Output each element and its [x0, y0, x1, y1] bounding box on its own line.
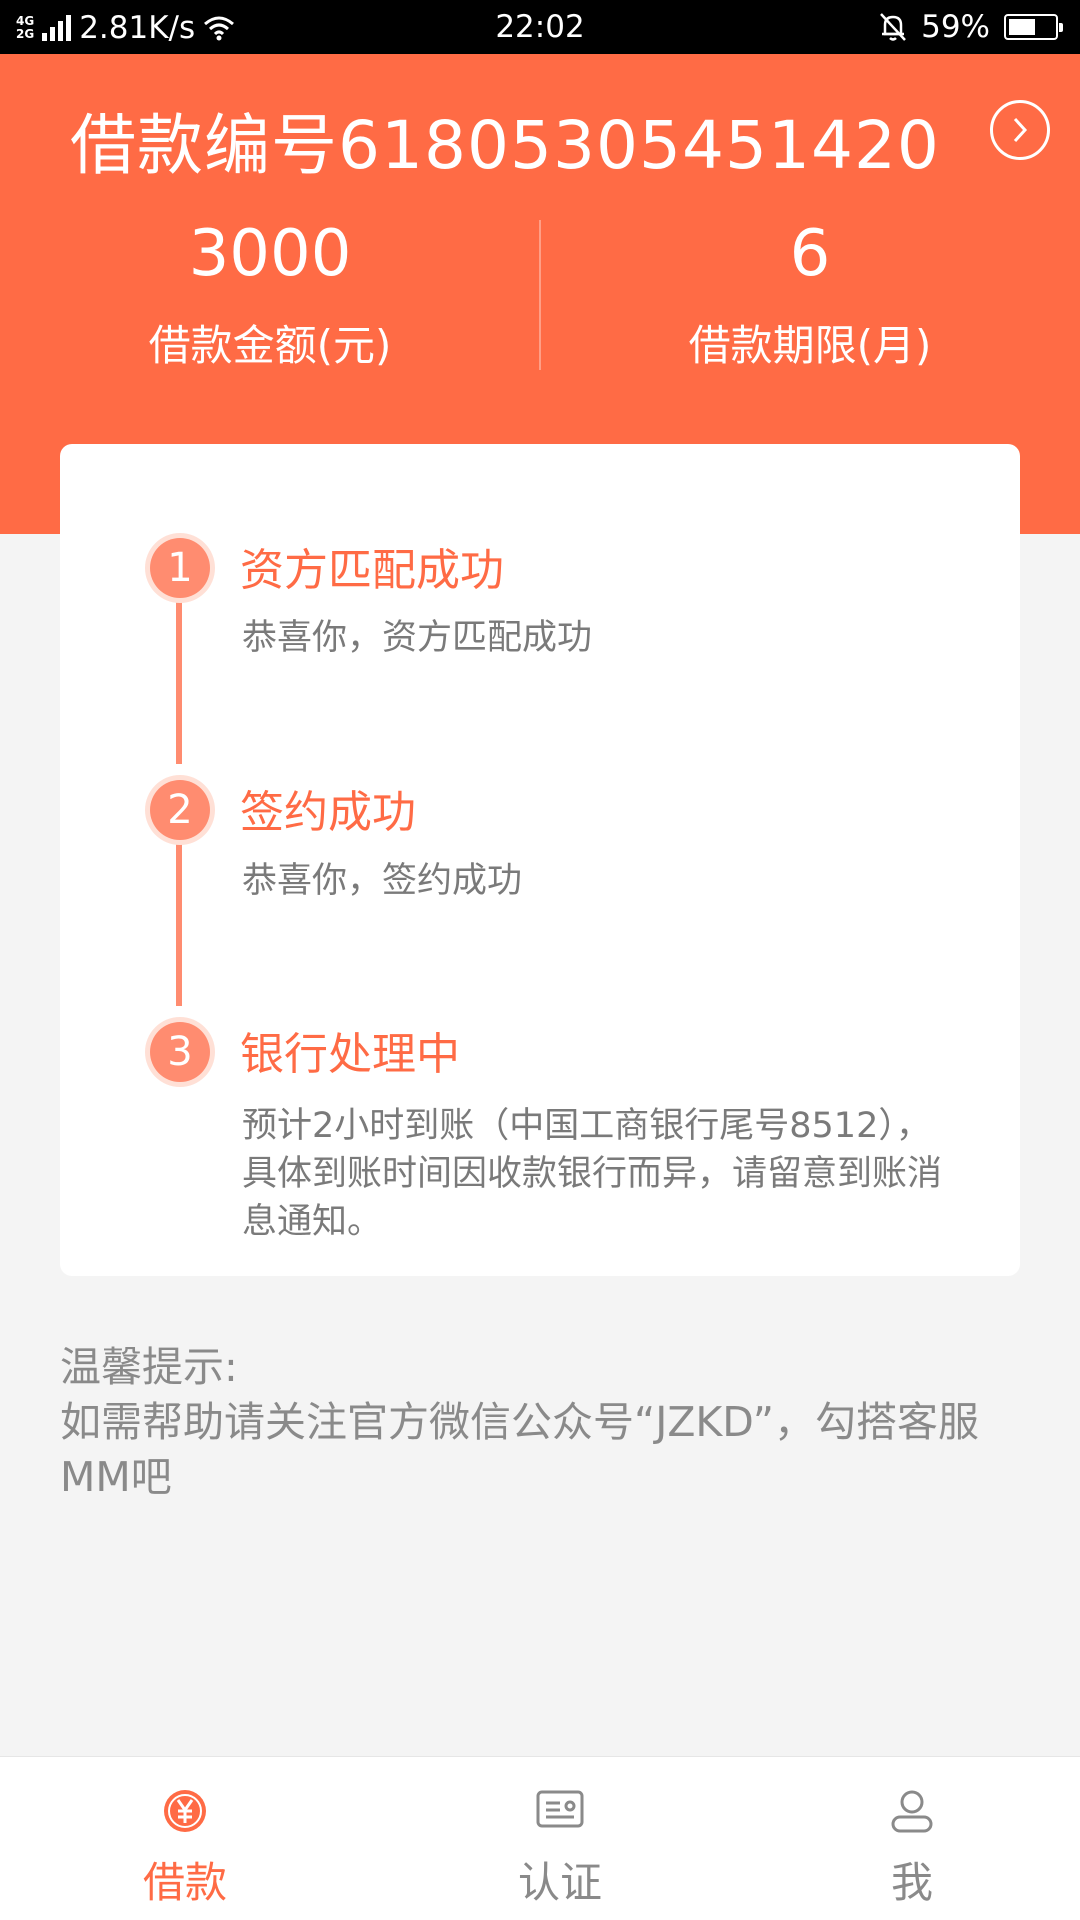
loan-amount-value: 3000 [188, 217, 352, 291]
nav-verify-label: 认证 [517, 1858, 602, 1907]
wifi-icon [204, 16, 235, 41]
nav-loan-icon-wrap [5, 1787, 365, 1835]
nav-me-icon-wrap [732, 1787, 1080, 1835]
step-title-1: 资方匹配成功 [240, 545, 504, 596]
bottom-nav: 借款 认证 我 [0, 1756, 1080, 1920]
status-bar: 4G 2G 2.81K/s 22:02 59% [0, 0, 1080, 54]
network-indicator: 4G 2G 2.81K/s [16, 10, 235, 46]
step-title-2: 签约成功 [240, 787, 416, 838]
loan-term-label: 借款期限(月) [688, 321, 932, 370]
user-icon [891, 1790, 933, 1833]
app-screen: 4G 2G 2.81K/s 22:02 59% 借款编号618053054514… [0, 0, 1080, 1920]
loan-amount-label: 借款金额(元) [148, 321, 392, 370]
step-desc-2: 恭喜你，签约成功 [242, 861, 523, 901]
step-number-3: 3 [150, 1022, 210, 1082]
chevron-right-icon [1013, 117, 1028, 143]
loan-term: 6 借款期限(月) [540, 214, 1080, 373]
id-card-icon [536, 1790, 584, 1828]
network-speed: 2.81K/s [79, 10, 196, 46]
signal-icon [42, 15, 72, 41]
battery-fill [1009, 19, 1035, 35]
tip-title: 温馨提示: [60, 1343, 238, 1391]
progress-line-1 [176, 584, 182, 764]
nav-me[interactable]: 我 [732, 1757, 1080, 1920]
step-desc-1: 恭喜你，资方匹配成功 [242, 618, 593, 658]
warm-tip: 温馨提示: 如需帮助请关注官方微信公众号“JZKD”，勾搭客服MM吧 [60, 1340, 1020, 1505]
progress-line-2 [176, 826, 182, 1006]
bell-off-icon [880, 13, 907, 41]
nav-verify-icon-wrap [380, 1787, 740, 1831]
loan-detail-button[interactable] [990, 100, 1050, 160]
loan-amount: 3000 借款金额(元) [0, 214, 540, 373]
battery-percent: 59% [921, 9, 990, 45]
step-number-1: 1 [150, 538, 210, 598]
yuan-coin-icon [164, 1790, 206, 1832]
tip-text: 如需帮助请关注官方微信公众号“JZKD”，勾搭客服MM吧 [60, 1398, 980, 1501]
nav-loan-label: 借款 [142, 1858, 227, 1907]
step-desc-3: 预计2小时到账（中国工商银行尾号8512），具体到账时间因收款银行而异，请留意到… [242, 1106, 943, 1242]
nav-loan[interactable]: 借款 [5, 1757, 365, 1920]
nav-verify[interactable]: 认证 [380, 1757, 740, 1920]
step-title-3: 银行处理中 [240, 1029, 460, 1080]
network-type-secondary: 2G [16, 27, 35, 41]
nav-me-label: 我 [890, 1858, 933, 1907]
network-type: 4G 2G [16, 15, 34, 41]
loan-number-title: 借款编号61805305451420 [70, 107, 940, 184]
battery-icon [1004, 14, 1063, 40]
loan-term-value: 6 [789, 217, 831, 291]
status-right: 59% [879, 9, 1063, 45]
step-number-2: 2 [150, 780, 210, 840]
progress-card: 1 资方匹配成功 恭喜你，资方匹配成功 2 签约成功 恭喜你，签约成功 3 银行… [60, 444, 1020, 1276]
